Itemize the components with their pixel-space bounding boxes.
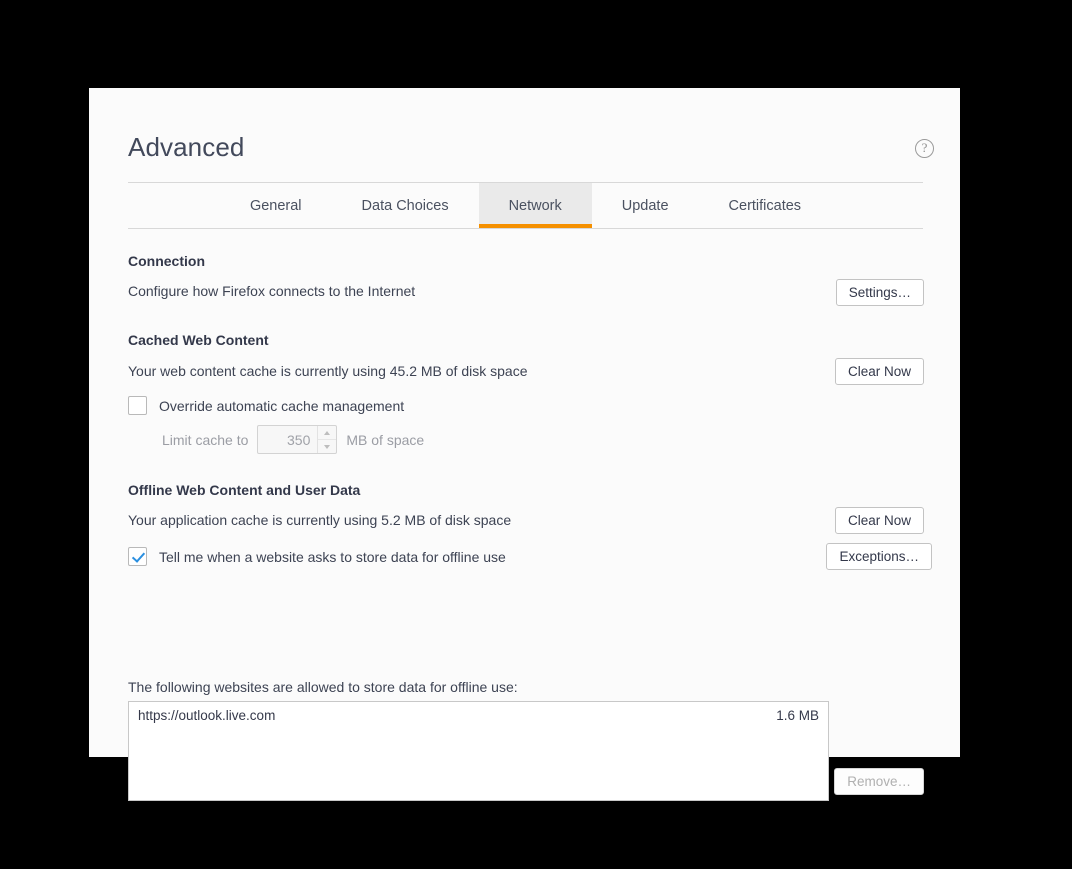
- stepper-up-button[interactable]: [318, 426, 337, 440]
- page-title: Advanced: [128, 132, 245, 162]
- connection-section-heading: Connection: [128, 253, 205, 269]
- tab-data-choices[interactable]: Data Choices: [332, 183, 479, 228]
- site-size: 1.6 MB: [776, 708, 819, 723]
- override-cache-management-checkbox[interactable]: [128, 396, 147, 415]
- tab-general-label: General: [249, 197, 302, 214]
- limit-cache-value[interactable]: 350: [258, 426, 317, 453]
- limit-cache-row: Limit cache to 350 MB of space: [162, 425, 424, 454]
- tab-network[interactable]: Network: [478, 183, 592, 228]
- tab-certificates-label: Certificates: [728, 197, 802, 214]
- offline-web-content-clear-button[interactable]: Clear Now: [834, 507, 924, 534]
- notify-offline-storage-checkbox[interactable]: [128, 547, 147, 566]
- cached-web-content-heading: Cached Web Content: [128, 332, 269, 348]
- chevron-up-icon: [324, 430, 331, 435]
- list-item[interactable]: https://outlook.live.com 1.6 MB: [129, 702, 828, 723]
- notify-offline-storage-label: Tell me when a website asks to store dat…: [159, 548, 506, 565]
- limit-cache-stepper-arrows[interactable]: [317, 426, 337, 453]
- cached-web-content-clear-button[interactable]: Clear Now: [834, 358, 924, 385]
- tab-general[interactable]: General: [220, 183, 332, 228]
- override-cache-management-row[interactable]: Override automatic cache management: [128, 396, 404, 415]
- notify-offline-storage-row[interactable]: Tell me when a website asks to store dat…: [128, 547, 506, 566]
- connection-settings-button[interactable]: Settings…: [835, 279, 924, 306]
- limit-cache-label: Limit cache to: [162, 431, 249, 448]
- offline-web-content-usage: Your application cache is currently usin…: [128, 512, 512, 528]
- limit-cache-stepper[interactable]: 350: [257, 425, 338, 454]
- tab-data-choices-label: Data Choices: [361, 197, 449, 214]
- limit-cache-suffix: MB of space: [346, 431, 425, 448]
- offline-web-content-heading: Offline Web Content and User Data: [128, 482, 361, 498]
- override-cache-management-label: Override automatic cache management: [159, 397, 405, 414]
- tab-network-label: Network: [508, 197, 562, 214]
- chevron-down-icon: [324, 444, 331, 449]
- cached-web-content-usage: Your web content cache is currently usin…: [128, 363, 528, 379]
- offline-exceptions-button[interactable]: Exceptions…: [826, 543, 932, 570]
- tab-certificates[interactable]: Certificates: [699, 183, 832, 228]
- allowed-sites-caption: The following websites are allowed to st…: [128, 679, 518, 695]
- advanced-preferences-panel: Advanced ? General Data Choices Network …: [89, 88, 960, 801]
- help-circle-icon[interactable]: ?: [915, 139, 934, 158]
- allowed-sites-listbox[interactable]: https://outlook.live.com 1.6 MB: [128, 701, 829, 801]
- tab-update[interactable]: Update: [592, 183, 699, 228]
- site-url: https://outlook.live.com: [138, 708, 276, 723]
- network-settings-body: Connection Configure how Firefox connect…: [89, 229, 960, 801]
- remove-site-button[interactable]: Remove…: [834, 768, 924, 795]
- tab-bar: General Data Choices Network Update Cert…: [128, 182, 923, 229]
- stepper-down-button[interactable]: [318, 440, 336, 453]
- tab-update-label: Update: [621, 197, 669, 214]
- connection-description: Configure how Firefox connects to the In…: [128, 283, 416, 299]
